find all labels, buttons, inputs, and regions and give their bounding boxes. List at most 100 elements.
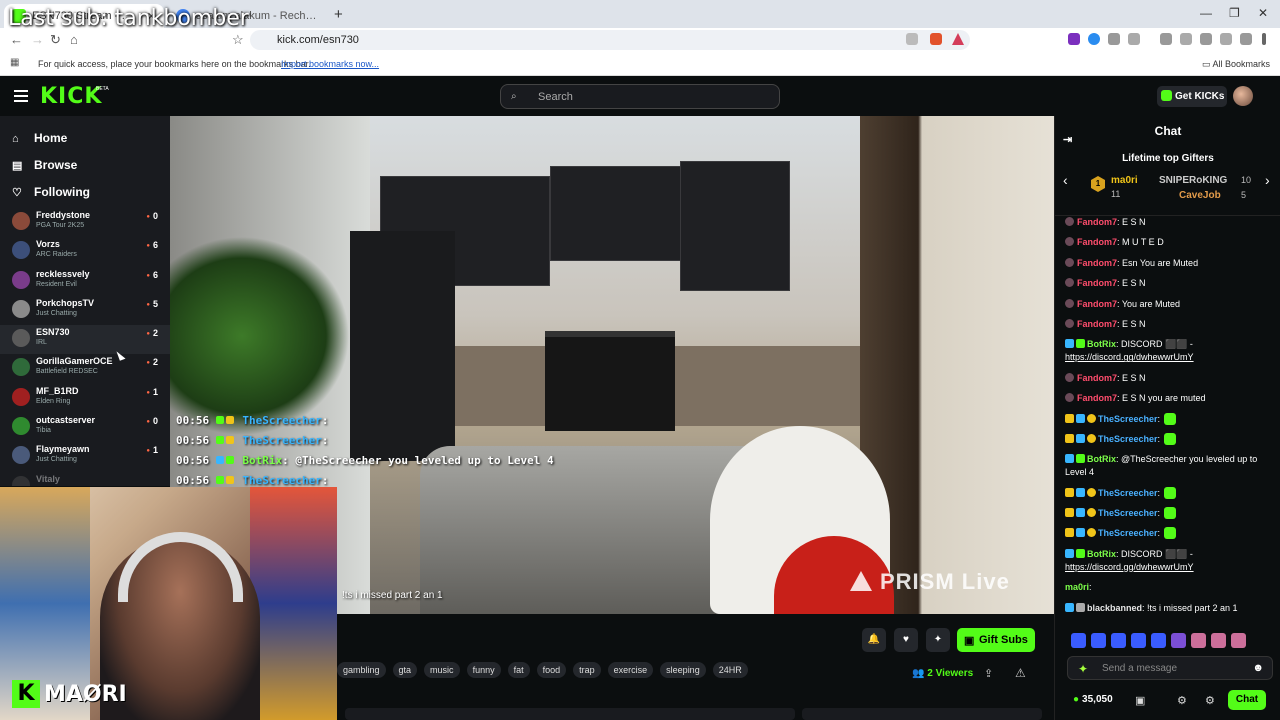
chat-username[interactable]: blackbanned <box>1087 603 1142 613</box>
home-browser-icon[interactable]: ⌂ <box>70 32 78 47</box>
following-channel[interactable]: Freddystone PGA Tour 2K25 0 <box>0 208 170 237</box>
emote-icon[interactable] <box>1071 633 1086 648</box>
following-channel[interactable]: Vitaly <box>0 472 170 486</box>
sidebar-item-following[interactable]: ♡ Following <box>12 185 90 199</box>
gift-icon[interactable]: ▣ <box>1135 694 1145 707</box>
tag[interactable]: food <box>536 662 567 678</box>
emote-icon[interactable] <box>1211 633 1226 648</box>
share-icon[interactable]: ⇪ <box>984 667 993 680</box>
kicks-sparkle-icon[interactable]: ✦ <box>1078 662 1088 676</box>
gifter-name[interactable]: SNIPERoKING <box>1159 175 1227 186</box>
back-icon[interactable]: ← <box>10 32 23 47</box>
chat-username[interactable]: BotRix <box>1087 454 1116 464</box>
sidebar-item-browse[interactable]: ▤ Browse <box>12 158 77 172</box>
bookmark-star-icon[interactable]: ☆ <box>232 32 244 48</box>
user-avatar[interactable] <box>1233 86 1253 106</box>
chat-username[interactable]: Fandom7 <box>1077 278 1117 288</box>
kick-logo[interactable]: KICK <box>40 84 102 109</box>
discord-link[interactable]: https://discord.gg/dwhewwrUmY <box>1065 352 1194 362</box>
follow-heart-icon[interactable]: ♥ <box>894 628 918 652</box>
following-channel[interactable]: GorillaGamerOCE Battlefield REDSEC 2 <box>0 354 170 383</box>
search-input[interactable]: ⌕ Search <box>500 84 780 109</box>
following-channel[interactable]: Flaymeyawn Just Chatting 1 <box>0 442 170 471</box>
following-channel[interactable]: PorkchopsTV Just Chatting 5 <box>0 296 170 325</box>
emote-icon[interactable] <box>1131 633 1146 648</box>
vpn-icon[interactable] <box>1240 33 1252 45</box>
gifter-name[interactable]: CaveJob <box>1179 190 1221 201</box>
chat-username[interactable]: ma0ri <box>1065 582 1089 592</box>
following-channel-active[interactable]: ESN730 IRL 2 <box>0 325 170 355</box>
following-channel[interactable]: Vorzs ARC Raiders 6 <box>0 237 170 266</box>
chat-username[interactable]: Fandom7 <box>1077 299 1117 309</box>
extension-icon[interactable] <box>1088 33 1100 45</box>
chat-username[interactable]: TheScreecher <box>1098 434 1158 444</box>
reload-icon[interactable]: ↻ <box>50 32 61 48</box>
tag[interactable]: funny <box>466 662 501 678</box>
minimize-icon[interactable]: — <box>1200 6 1212 20</box>
tag[interactable]: sleeping <box>660 662 706 678</box>
extension-icon[interactable] <box>1068 33 1080 45</box>
chat-message-input[interactable]: ✦ Send a message ☻ <box>1067 656 1273 680</box>
chat-username[interactable]: Fandom7 <box>1077 319 1117 329</box>
chat-username[interactable]: Fandom7 <box>1077 237 1117 247</box>
gift-subs-button[interactable]: ▣ Gift Subs <box>957 628 1035 652</box>
chat-username[interactable]: TheScreecher <box>1098 488 1158 498</box>
sidebar-toggle-icon[interactable] <box>1180 33 1192 45</box>
emote-icon[interactable] <box>1171 633 1186 648</box>
hamburger-menu-icon[interactable] <box>14 90 28 102</box>
puzzle-icon[interactable] <box>1108 33 1120 45</box>
chat-username[interactable]: Fandom7 <box>1077 258 1117 268</box>
gear-icon[interactable]: ⚙ <box>1177 694 1187 707</box>
chat-username[interactable]: TheScreecher <box>1098 528 1158 538</box>
emote-icon[interactable] <box>1231 633 1246 648</box>
get-kicks-button[interactable]: Get KICKs <box>1157 86 1227 107</box>
tag[interactable]: trap <box>573 662 601 678</box>
close-window-icon[interactable]: ✕ <box>1258 6 1268 20</box>
tag[interactable]: 24HR <box>712 662 748 678</box>
emoji-icon[interactable]: ☻ <box>1252 662 1264 674</box>
chat-username[interactable]: TheScreecher <box>1098 414 1158 424</box>
music-icon[interactable] <box>1160 33 1172 45</box>
tag[interactable]: exercise <box>607 662 654 678</box>
emote-icon[interactable] <box>1191 633 1206 648</box>
menu-icon[interactable] <box>1262 33 1266 45</box>
gifter-name[interactable]: ma0ri <box>1111 175 1138 186</box>
tag[interactable]: fat <box>507 662 530 678</box>
following-channel[interactable]: outcastserver Tibia 0 <box>0 413 170 442</box>
import-bookmarks-link[interactable]: Import bookmarks now... <box>281 59 379 69</box>
chat-username[interactable]: BotRix <box>1087 339 1116 349</box>
tag[interactable]: gambling <box>337 662 386 678</box>
chat-username[interactable]: TheScreecher <box>1098 508 1158 518</box>
tag[interactable]: gta <box>392 662 418 678</box>
emote-icon[interactable] <box>1111 633 1126 648</box>
emote-icon[interactable] <box>1091 633 1106 648</box>
new-tab-icon[interactable]: + <box>334 6 343 23</box>
wallet-icon[interactable] <box>1200 33 1212 45</box>
sidebar-item-home[interactable]: ⌂ Home <box>12 131 67 145</box>
following-channel[interactable]: recklessvely Resident Evil 6 <box>0 267 170 296</box>
share-page-icon[interactable] <box>906 33 918 45</box>
bell-icon[interactable]: 🔔 <box>862 628 886 652</box>
discord-link[interactable]: https://discord.gg/dwhewwrUmY <box>1065 562 1194 572</box>
chat-username[interactable]: BotRix <box>1087 549 1116 559</box>
restore-icon[interactable]: ❐ <box>1229 6 1240 20</box>
chat-username[interactable]: Fandom7 <box>1077 373 1117 383</box>
extension-icon[interactable] <box>1128 33 1140 45</box>
chevron-right-icon[interactable]: › <box>1265 172 1270 188</box>
following-channel[interactable]: MF_B1RD Elden Ring 1 <box>0 384 170 413</box>
emote-icon[interactable] <box>1151 633 1166 648</box>
settings-icon[interactable]: ⚙ <box>1205 694 1215 707</box>
brave-shield-icon[interactable] <box>930 33 942 45</box>
chat-username[interactable]: Fandom7 <box>1077 217 1117 227</box>
tag[interactable]: music <box>424 662 460 678</box>
send-chat-button[interactable]: Chat <box>1228 690 1266 710</box>
leo-icon[interactable] <box>1220 33 1232 45</box>
warning-icon[interactable]: ⚠ <box>1015 666 1026 680</box>
sparkle-icon[interactable]: ✦ <box>926 628 950 652</box>
apps-grid-icon[interactable]: ▦ <box>10 57 19 68</box>
chat-username[interactable]: Fandom7 <box>1077 393 1117 403</box>
forward-icon[interactable]: → <box>31 32 44 47</box>
chevron-left-icon[interactable]: ‹ <box>1063 172 1068 188</box>
url-text[interactable]: kick.com/esn730 <box>277 34 359 46</box>
all-bookmarks-button[interactable]: ▭ All Bookmarks <box>1202 59 1270 70</box>
